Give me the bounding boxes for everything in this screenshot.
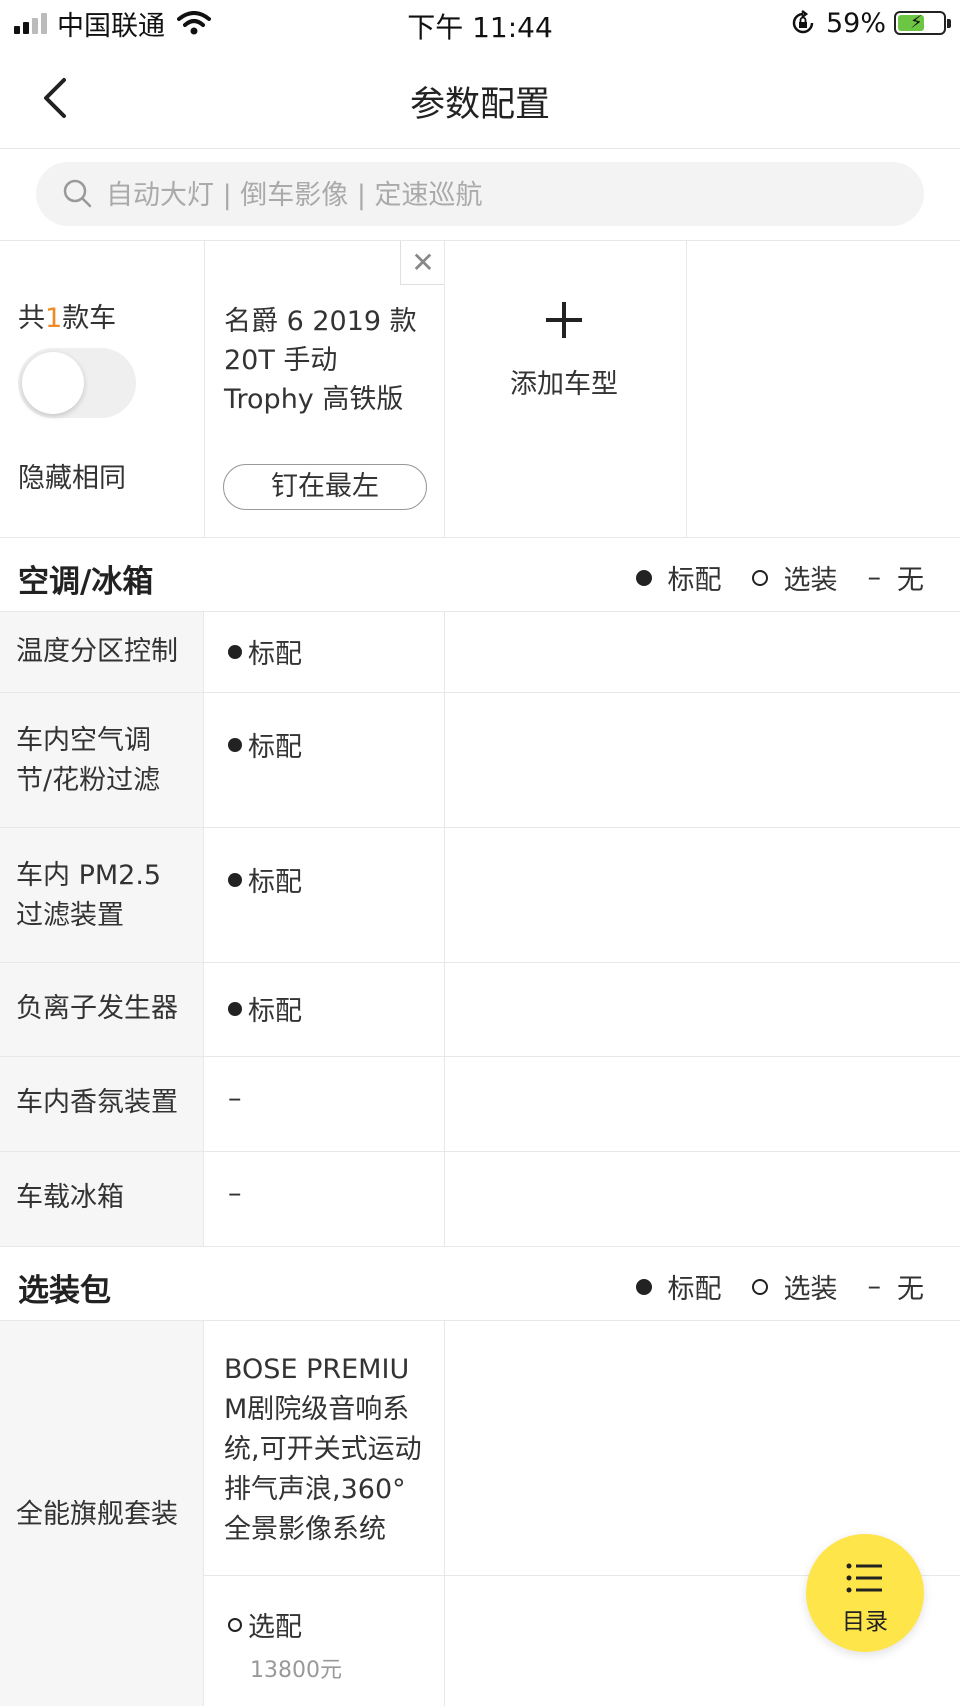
legend-standard: 标配 [667,1274,722,1305]
legend-none: 无 [897,565,924,596]
standard-dot-icon [228,1001,242,1016]
table-row: 车内 PM2.5 过滤装置 标配 [0,828,960,963]
count-number: 1 [45,303,63,334]
hide-same-toggle[interactable] [18,348,136,418]
search-icon [63,179,92,208]
page-title: 参数配置 [409,85,550,125]
catalog-button[interactable]: 目录 [806,1534,924,1652]
legend-optional: 选装 [783,1274,838,1305]
section-title: 空调/冰箱 [18,564,154,600]
table-row: 车载冰箱 – [0,1152,960,1247]
plus-icon[interactable] [544,300,584,340]
row-label: 温度分区控制 [0,612,204,692]
count-suffix: 款车 [62,303,117,334]
close-icon: ✕ [411,246,435,279]
battery-charging-icon: ⚡ [894,11,951,35]
none-symbol: – [867,562,882,593]
table-row: 全能旗舰套装 选配 [0,1321,960,1706]
legend-standard: 标配 [667,565,722,596]
nav-bar: 参数配置 [0,46,960,149]
table-row: 车内香氛装置 – [0,1057,960,1152]
legend-optional: 选装 [783,565,838,596]
section-title: 选装包 [18,1273,111,1309]
row-value: – [204,1057,445,1151]
row-label: 负离子发生器 [0,963,204,1056]
remove-car-button[interactable]: ✕ [400,241,444,285]
catalog-label: 目录 [842,1609,888,1635]
rotation-lock-icon [792,10,814,34]
row-value: 标配 [204,693,445,827]
row-value: 标配 [204,963,445,1056]
none-symbol: – [867,1271,882,1302]
search-bar[interactable] [36,162,924,228]
optional-dot-icon [751,1278,768,1295]
legend: 标配 选装 – 无 [606,1267,924,1306]
hide-same-label: 隐藏相同 [18,463,126,494]
row-label: 全能旗舰套装 [0,1321,204,1706]
legend-none: 无 [897,1274,924,1305]
row-label: 车载冰箱 [0,1152,204,1246]
count-prefix: 共 [18,303,45,334]
standard-dot-icon [228,644,242,659]
section-header-ac: 空调/冰箱 标配 选装 – 无 [0,538,960,612]
standard-dot-icon [635,569,652,586]
car-count: 共1款车 [18,296,116,335]
row-value: – [204,1152,445,1246]
row-label: 车内 PM2.5 过滤装置 [0,828,204,962]
pin-left-button[interactable]: 钉在最左 [223,464,427,510]
divider [0,240,960,241]
optional-dot-icon [751,569,768,586]
toggle-knob [22,352,84,414]
list-icon [846,1563,882,1593]
row-value: 标配 [204,612,445,692]
section-header-packages: 选装包 标配 选装 – 无 [0,1247,960,1321]
table-row: 负离子发生器 标配 [0,963,960,1057]
car-model-name: 名爵 6 2019 款 20T 手动 Trophy 高铁版 [224,306,417,415]
legend: 标配 选装 – 无 [606,558,924,597]
package-description: BOSE PREMIUM剧院级音响系统,可开关式运动排气声浪,360°全景影像系… [224,1354,422,1545]
package-price: 13800元 [250,1658,342,1683]
status-bar: 中国联通 下午 11:44 59% ⚡ [0,0,960,46]
optional-dot-icon [228,1617,242,1632]
standard-dot-icon [635,1278,652,1295]
search-input[interactable] [104,162,908,228]
standard-dot-icon [228,737,242,752]
column-divider [686,241,687,537]
row-label: 车内空气调节/花粉过滤 [0,693,204,827]
add-car-button[interactable]: 添加车型 [444,362,684,401]
battery-percent: 59% [825,7,886,39]
column-divider [204,241,205,537]
row-label: 车内香氛装置 [0,1057,204,1151]
table-row: 温度分区控制 标配 [0,612,960,693]
table-row: 车内空气调节/花粉过滤 标配 [0,693,960,828]
standard-dot-icon [228,872,242,887]
row-value: 标配 [204,828,445,962]
status-right: 59% ⚡ [790,7,951,39]
